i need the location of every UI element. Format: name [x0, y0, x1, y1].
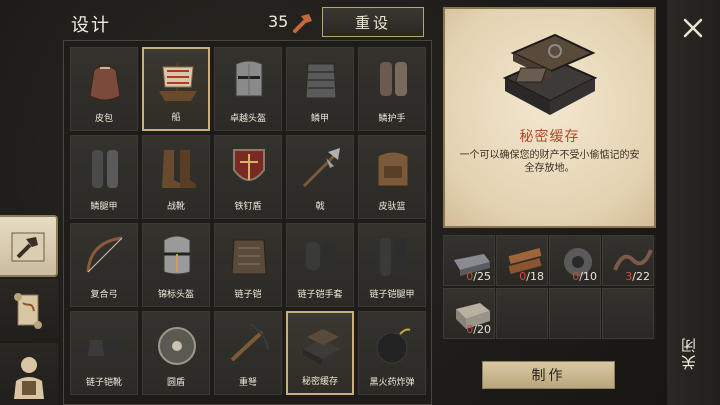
item-slot[interactable]: 战靴: [142, 135, 210, 219]
item-label: 链子铠手套: [297, 290, 343, 300]
leather-backpack-icon: [377, 151, 409, 187]
material-quantity: 0/25: [466, 270, 491, 283]
great-helm-icon: [235, 60, 263, 97]
item-label: 复合弓: [90, 290, 118, 300]
scroll-icon: [14, 293, 42, 329]
leather-bag-icon: [89, 65, 121, 101]
item-slot[interactable]: 秘密缓存: [286, 311, 354, 395]
blueprint-grid: 皮包船卓越头盔 鳞甲 鳞护手 鳞腿甲 战靴 铁钉盾戟皮驮篮 复合弓 锦标头盔 链子铠 链子铠手套链…: [63, 40, 432, 405]
item-label: 锦标头盔: [157, 290, 194, 300]
chain-boots-icon: [88, 340, 124, 356]
item-label: 黑火药炸弹: [369, 378, 415, 388]
item-slot[interactable]: 链子铠腿甲: [358, 223, 426, 307]
character-tab[interactable]: [0, 343, 58, 405]
boat-icon: [159, 63, 197, 101]
resource-count: 35: [268, 12, 289, 31]
item-label: 秘密缓存: [301, 377, 338, 387]
item-label: 链子铠腿甲: [369, 290, 415, 300]
empty-material-slot: [602, 288, 654, 339]
item-slot[interactable]: 黑火药炸弹: [358, 311, 426, 395]
character-icon: [14, 357, 44, 399]
item-slot[interactable]: 皮包: [70, 47, 138, 131]
item-slot[interactable]: 鳞腿甲: [70, 135, 138, 219]
item-slot[interactable]: 鳞甲: [286, 47, 354, 131]
reset-button[interactable]: 重设: [322, 7, 424, 37]
item-label: 圆盾: [166, 378, 185, 388]
blueprints-tab[interactable]: [0, 215, 58, 277]
item-slot[interactable]: 重弩: [214, 311, 282, 395]
composite-bow-icon: [86, 236, 123, 273]
item-slot[interactable]: 链子铠手套: [286, 223, 354, 307]
scale-legs-icon: [92, 150, 118, 188]
scale-armor-icon: [305, 63, 337, 99]
scale-gauntlet-icon: [380, 62, 407, 96]
material-slot[interactable]: 0/25: [443, 235, 495, 286]
item-slot[interactable]: 皮驮篮: [358, 135, 426, 219]
material-quantity: 0/10: [572, 270, 597, 283]
item-slot[interactable]: 链子铠: [214, 223, 282, 307]
material-need: /25: [473, 270, 491, 283]
item-slot[interactable]: 铁钉盾: [214, 135, 282, 219]
item-slot[interactable]: 链子铠靴: [70, 311, 138, 395]
material-need: /10: [579, 270, 597, 283]
chain-gloves-icon: [306, 242, 336, 270]
item-label: 鳞护手: [378, 114, 406, 124]
item-slot[interactable]: 鳞护手: [358, 47, 426, 131]
material-slot[interactable]: 0/20: [443, 288, 495, 339]
item-label: 重弩: [238, 378, 257, 388]
item-title: 秘密缓存: [519, 129, 580, 145]
item-label: 皮驮篮: [378, 202, 406, 212]
material-quantity: 0/20: [466, 323, 491, 336]
material-slot[interactable]: 0/18: [496, 235, 548, 286]
item-label: 皮包: [94, 114, 113, 124]
secret-stash-icon: [303, 329, 341, 365]
item-label: 链子铠: [234, 290, 262, 300]
crafting-screen: 设计 35 重设 皮包 船 卓越头盔 鳞甲 鳞护手鳞腿甲 战靴 铁钉盾 戟 皮驮篮复合弓 锦标头盔…: [0, 0, 720, 405]
bomb-icon: [376, 328, 411, 364]
hammer-icon: [293, 14, 312, 33]
material-quantity: 0/18: [519, 270, 544, 283]
round-shield-icon: [158, 327, 196, 365]
material-need: /20: [473, 323, 491, 336]
heavy-crossbow-icon: [230, 323, 269, 362]
materials-grid: 0/25 0/18 0/10 3/22 0/20: [443, 235, 656, 340]
studded-shield-icon: [233, 149, 265, 181]
item-slot[interactable]: 圆盾: [142, 311, 210, 395]
hammer-icon: [11, 232, 45, 262]
item-label: 卓越头盔: [229, 114, 266, 124]
empty-material-slot: [496, 288, 548, 339]
item-label: 链子铠靴: [85, 378, 122, 388]
item-label: 船: [171, 113, 181, 123]
craft-button[interactable]: 制作: [482, 361, 615, 389]
item-detail-panel: 秘密缓存 一个可以确保您的财产不受小偷惦记的安全存放地。: [443, 7, 656, 228]
material-slot[interactable]: 3/22: [602, 235, 654, 286]
page-title: 设计: [71, 15, 111, 36]
material-quantity: 3/22: [625, 270, 650, 283]
item-label: 戟: [315, 202, 325, 212]
tournament-helm-icon: [163, 235, 191, 275]
material-slot[interactable]: 0/10: [549, 235, 601, 286]
item-label: 铁钉盾: [234, 202, 262, 212]
halberd-icon: [302, 148, 340, 188]
material-need: /22: [632, 270, 650, 283]
empty-material-slot: [549, 288, 601, 339]
chain-legs-icon: [380, 238, 406, 276]
war-boots-icon: [162, 150, 196, 188]
scroll-tab[interactable]: [0, 279, 58, 341]
item-label: 鳞腿甲: [90, 202, 118, 212]
item-label: 战靴: [166, 202, 185, 212]
item-slot[interactable]: 船: [142, 47, 210, 131]
material-need: /18: [526, 270, 544, 283]
item-description: 一个可以确保您的财产不受小偷惦记的安全存放地。: [459, 150, 640, 174]
secret-stash-icon: [502, 33, 598, 115]
chainmail-icon: [231, 239, 267, 275]
close-button[interactable]: 关闭: [678, 336, 708, 370]
item-slot[interactable]: 卓越头盔: [214, 47, 282, 131]
item-label: 鳞甲: [310, 114, 329, 124]
item-slot[interactable]: 戟: [286, 135, 354, 219]
item-slot[interactable]: 锦标头盔: [142, 223, 210, 307]
close-icon[interactable]: [681, 16, 705, 40]
item-slot[interactable]: 复合弓: [70, 223, 138, 307]
